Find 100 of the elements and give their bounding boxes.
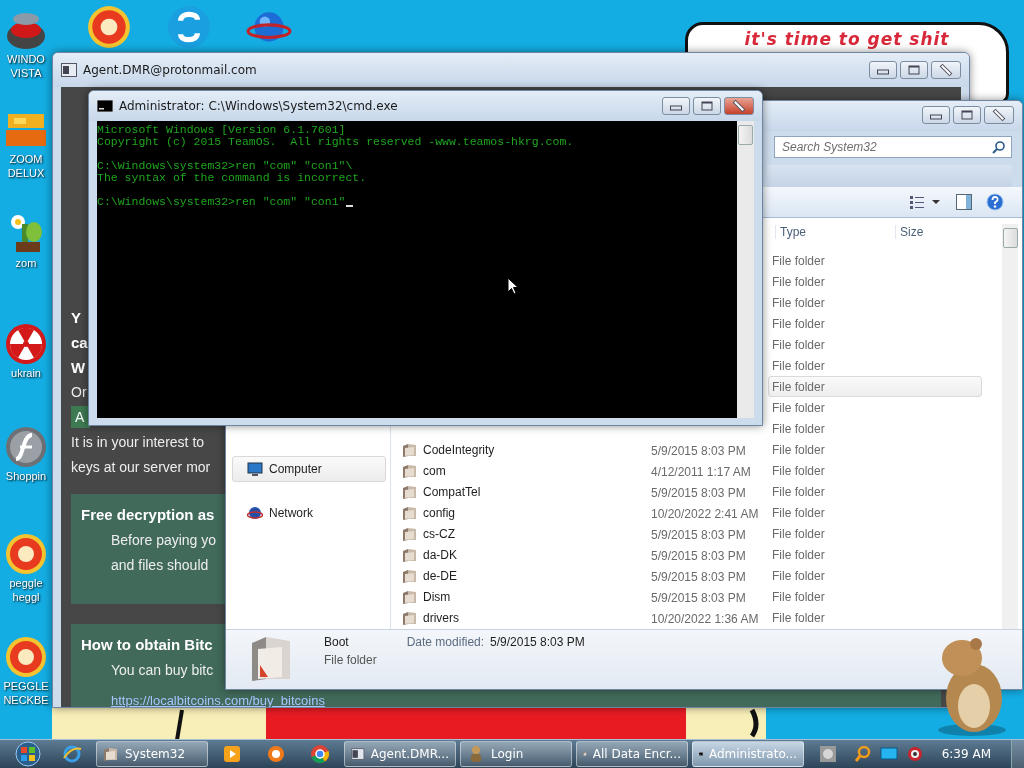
card-text: and files should — [111, 556, 209, 575]
window-title: Administrator: C:\Windows\System32\cmd.exe — [119, 99, 399, 113]
clock[interactable]: 6:39 AM — [941, 747, 991, 761]
taskbar-button[interactable]: System32 — [96, 741, 208, 767]
date-modified: 5/9/2015 8:03 PM — [651, 591, 746, 605]
minimize-button[interactable] — [869, 61, 897, 79]
file-type: File folder — [772, 295, 826, 310]
column-header[interactable]: Type — [775, 225, 895, 239]
card-heading: Free decryption as — [81, 505, 215, 525]
nav-item[interactable]: Computer — [232, 456, 386, 482]
console-line: Copyright (c) 2015 TeamOS. All rights reserved -www.teamos-hkrg.com. — [97, 136, 575, 148]
help-icon[interactable] — [986, 193, 1004, 211]
file-type: File folder — [772, 589, 826, 604]
file-type: File folder — [772, 400, 826, 415]
cursor-icon — [507, 277, 519, 295]
file-type: File folder — [772, 379, 826, 394]
file-row[interactable]: File folder — [768, 334, 982, 355]
minimize-button[interactable] — [662, 97, 690, 115]
radiation-icon[interactable] — [4, 322, 48, 366]
file-type: File folder — [772, 253, 826, 268]
chat-icon[interactable] — [166, 4, 212, 50]
maximize-button[interactable] — [693, 97, 721, 115]
file-row[interactable]: cs-CZ 5/9/2015 8:03 PM File folder — [391, 523, 982, 544]
item-type: File folder — [324, 653, 377, 667]
scrollbar[interactable] — [1002, 224, 1018, 629]
file-row[interactable]: config 10/20/2022 2:41 AM File folder — [391, 502, 982, 523]
console-line: The syntax of the command is incorrect. — [97, 172, 368, 184]
field-value: 5/9/2015 8:03 PM — [490, 635, 585, 649]
preview-pane-icon[interactable] — [956, 194, 972, 210]
date-modified: 5/9/2015 8:03 PM — [651, 528, 746, 542]
console-icon — [97, 100, 113, 112]
file-type: File folder — [772, 526, 826, 541]
file-type: File folder — [772, 610, 826, 625]
card-heading: How to obtain Bitc — [81, 635, 213, 655]
date-modified: 10/20/2022 2:41 AM — [651, 507, 759, 521]
window-title: Agent.DMR@protonmail.com — [83, 63, 258, 77]
file-row[interactable]: File folder — [768, 418, 982, 439]
file-type: File folder — [772, 505, 826, 520]
file-row[interactable]: File folder — [768, 313, 982, 334]
browser-icon — [62, 744, 82, 764]
file-row[interactable]: da-DK 5/9/2015 8:03 PM File folder — [391, 544, 982, 565]
scrollbar[interactable] — [737, 121, 754, 418]
monitor-icon — [247, 461, 263, 477]
search-icon[interactable] — [992, 140, 1006, 154]
file-row[interactable]: CodeIntegrity 5/9/2015 8:03 PM File folder — [391, 439, 982, 460]
file-row[interactable]: Dism 5/9/2015 8:03 PM File folder — [391, 586, 982, 607]
file-row[interactable]: File folder — [768, 250, 982, 271]
search-field[interactable]: Search System32 — [774, 136, 1012, 158]
heading-text: ca — [71, 333, 88, 353]
file-name: cs-CZ — [423, 526, 455, 541]
maximize-button[interactable] — [953, 106, 981, 124]
chrome-icon — [310, 744, 330, 764]
taskbar-button[interactable]: Login — [460, 741, 572, 767]
file-name: config — [423, 505, 456, 520]
view-icon[interactable] — [910, 195, 942, 209]
file-name: Dism — [423, 589, 451, 604]
folder-icon — [402, 546, 418, 563]
file-row[interactable]: File folder — [768, 271, 982, 292]
taskbar-button[interactable]: All Data Encr... — [576, 741, 688, 767]
file-row[interactable]: drivers 10/20/2022 1:36 AM File folder — [391, 607, 982, 628]
close-button[interactable] — [931, 61, 961, 79]
folder-icon — [402, 609, 418, 626]
folder-icon — [402, 483, 418, 500]
file-row[interactable]: com 4/12/2011 1:17 AM File folder — [391, 460, 982, 481]
flash-icon[interactable] — [4, 425, 48, 469]
heading-text: Y — [71, 308, 81, 328]
media-icon — [223, 745, 241, 763]
file-row[interactable]: File folder — [768, 376, 982, 397]
close-button[interactable] — [724, 97, 754, 115]
monitor-icon[interactable] — [879, 747, 898, 761]
file-name: com — [423, 463, 446, 478]
speaker-icon[interactable] — [905, 745, 924, 763]
banner-text: it's time to get shit — [744, 29, 950, 49]
file-type: File folder — [772, 358, 826, 373]
file-type: File folder — [772, 442, 826, 457]
folder-icon — [103, 746, 119, 762]
taskbar-button[interactable]: Agent.DMR... — [344, 741, 456, 767]
card-text: You can buy bitc — [111, 661, 214, 680]
minimize-button[interactable] — [922, 106, 950, 124]
close-button[interactable] — [984, 106, 1014, 124]
maximize-button[interactable] — [900, 61, 928, 79]
show-desktop-button[interactable] — [1011, 740, 1024, 768]
file-row[interactable]: File folder — [768, 355, 982, 376]
date-modified: 4/12/2011 1:17 AM — [651, 465, 751, 479]
bitcoin-link[interactable]: https://localbitcoins.com/buy_bitcoins — [111, 693, 325, 707]
date-modified: 5/9/2015 8:03 PM — [651, 486, 746, 500]
file-row[interactable]: CompatTel 5/9/2015 8:03 PM File folder — [391, 481, 982, 502]
file-row[interactable]: File folder — [768, 292, 982, 313]
folder-icon — [402, 588, 418, 605]
file-name: CompatTel — [423, 484, 481, 499]
folder-icon — [402, 462, 418, 479]
file-row[interactable]: de-DE 5/9/2015 8:03 PM File folder — [391, 565, 982, 586]
file-row[interactable]: File folder — [768, 397, 982, 418]
heading-text: W — [71, 358, 86, 378]
folder-icon — [402, 504, 418, 521]
file-type: File folder — [772, 484, 826, 499]
window-icon — [351, 746, 365, 762]
magnifier-icon[interactable] — [853, 745, 872, 763]
console-line: Microsoft Windows [Version 6.1.7601] — [97, 124, 347, 136]
nav-item[interactable]: Network — [232, 500, 386, 526]
